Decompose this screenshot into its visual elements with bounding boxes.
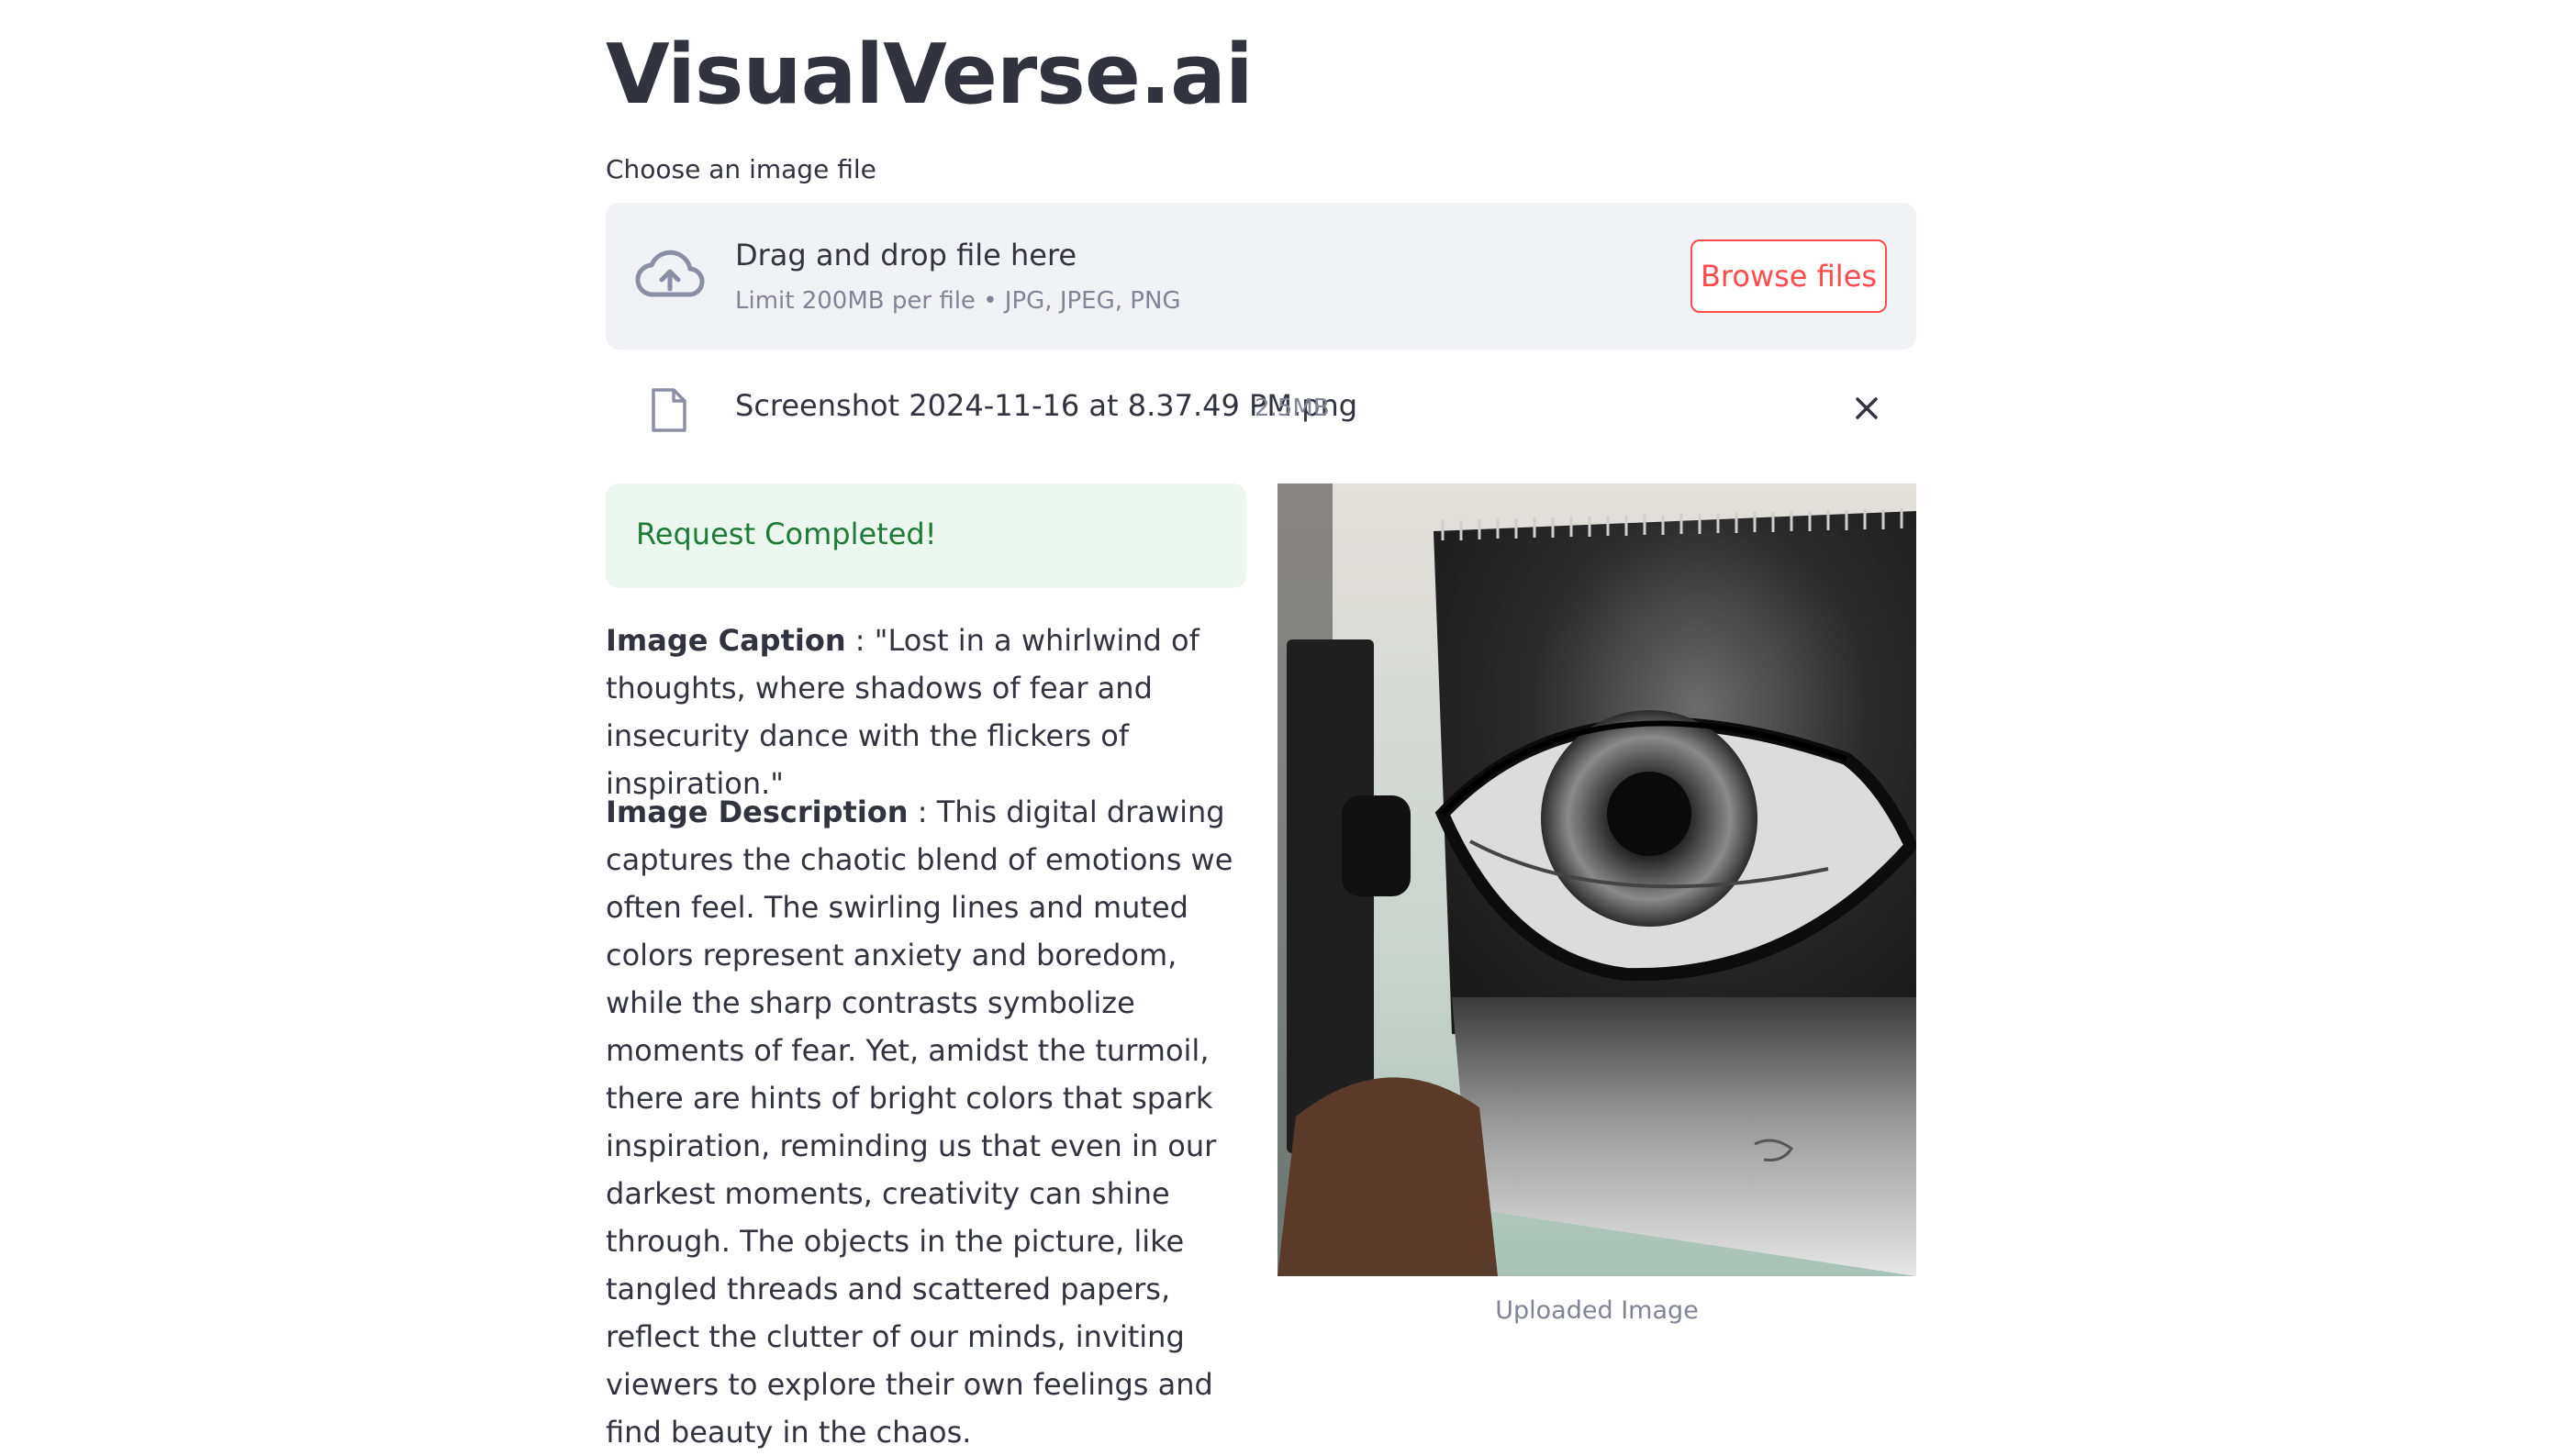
close-icon[interactable]: [1847, 388, 1887, 428]
image-caption-label: Uploaded Image: [1495, 1296, 1699, 1325]
result-column: Request Completed! Image Caption : "Lost…: [606, 483, 1246, 1450]
uploaded-image: [1278, 483, 1916, 1276]
dropzone-limit-text: Limit 200MB per file • JPG, JPEG, PNG: [735, 287, 1181, 315]
uploader-label: Choose an image file: [606, 154, 876, 184]
image-description-paragraph: Image Description : This digital drawing…: [606, 788, 1246, 1456]
uploaded-file-size: 2.5MB: [1255, 395, 1330, 422]
file-dropzone[interactable]: Drag and drop file here Limit 200MB per …: [606, 203, 1916, 350]
dropzone-title: Drag and drop file here: [735, 238, 1077, 272]
image-description-text: : This digital drawing captures the chao…: [606, 795, 1233, 1450]
browse-files-button[interactable]: Browse files: [1690, 239, 1887, 313]
file-icon: [652, 388, 686, 432]
success-alert: Request Completed!: [606, 483, 1246, 588]
image-caption-paragraph: Image Caption : "Lost in a whirlwind of …: [606, 617, 1246, 807]
page-title: VisualVerse.ai: [606, 27, 1254, 123]
cloud-upload-icon: [635, 250, 705, 297]
image-description-label: Image Description: [606, 795, 909, 829]
image-column: Uploaded Image: [1278, 483, 1916, 1325]
uploaded-file-row: Screenshot 2024-11-16 at 8.37.49 PM.png …: [606, 372, 1916, 445]
image-caption-label: Image Caption: [606, 623, 846, 658]
